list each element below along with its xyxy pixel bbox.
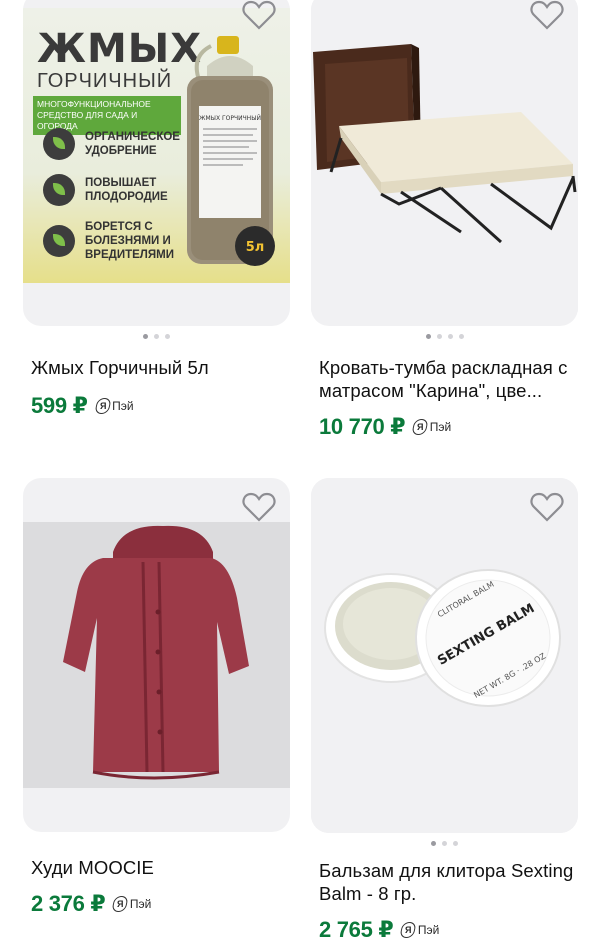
price-row: 2 765 ₽ Я Пэй (311, 917, 578, 943)
yandex-pay: Я Пэй (411, 419, 452, 435)
yandex-pay-label: Пэй (112, 399, 134, 413)
dot (436, 334, 442, 339)
volume-badge: 5л (246, 240, 265, 255)
image-heading: ЖМЫХ (37, 26, 203, 72)
product-card-1[interactable]: ЖМЫХ ГОРЧИЧНЫЙ МНОГОФУНКЦИОНАЛЬНОЕ СРЕДС… (23, 0, 290, 419)
price-row: 599 ₽ Я Пэй (23, 393, 290, 419)
product-card-3[interactable]: Худи MOOCIE 2 376 ₽ Я Пэй (23, 478, 290, 917)
yandex-pay: Я Пэй (111, 896, 152, 912)
product-price: 2 765 ₽ (319, 917, 394, 942)
product-title[interactable]: Худи MOOCIE (23, 856, 290, 879)
favorite-heart-icon[interactable] (530, 492, 564, 522)
yandex-pay-label: Пэй (417, 923, 440, 937)
yandex-pay: Я Пэй (399, 922, 440, 938)
feature-1: ОРГАНИЧЕСКОЕ УДОБРЕНИЕ (43, 128, 180, 160)
yandex-pay-label: Пэй (129, 897, 152, 911)
product-photo: ЖМЫХ ГОРЧИЧНЫЙ МНОГОФУНКЦИОНАЛЬНОЕ СРЕДС… (23, 8, 290, 283)
product-price: 10 770 ₽ (319, 414, 406, 439)
image-pagination-dots (311, 334, 578, 342)
yandex-pay-icon: Я (399, 922, 418, 938)
dot (447, 334, 453, 339)
feature-3: БОРЕТСЯ С БОЛЕЗНЯМИ И ВРЕДИТЕЛЯМИ (43, 220, 180, 262)
product-photo: CLITORAL BALM SEXTING BALM NET WT. 8G · … (311, 478, 578, 833)
dot (165, 334, 170, 339)
image-subheading: ГОРЧИЧНЫЙ (37, 70, 173, 92)
image-pagination-dots (311, 841, 578, 849)
product-title[interactable]: Кровать-тумба раскладная с матрасом "Кар… (311, 356, 578, 402)
product-image[interactable]: ЖМЫХ ГОРЧИЧНЫЙ МНОГОФУНКЦИОНАЛЬНОЕ СРЕДС… (23, 0, 290, 326)
product-photo (311, 0, 578, 312)
favorite-heart-icon[interactable] (242, 0, 276, 30)
yandex-pay-label: Пэй (429, 420, 452, 434)
product-card-4[interactable]: CLITORAL BALM SEXTING BALM NET WT. 8G · … (311, 478, 578, 943)
product-title[interactable]: Бальзам для клитора Sexting Balm - 8 гр. (311, 859, 578, 905)
feature-2: ПОВЫШАЕТ ПЛОДОРОДИЕ (43, 174, 175, 206)
product-image[interactable] (23, 478, 290, 832)
dot (442, 841, 447, 846)
dot (453, 841, 458, 846)
dot (143, 334, 148, 339)
image-pagination-dots (23, 334, 290, 342)
bottle-label-title: ЖМЫХ ГОРЧИЧНЫЙ (199, 115, 261, 122)
price-row: 10 770 ₽ Я Пэй (311, 414, 578, 440)
price-row: 2 376 ₽ Я Пэй (23, 891, 290, 917)
product-price: 2 376 ₽ (31, 891, 106, 916)
favorite-heart-icon[interactable] (530, 0, 564, 30)
product-card-2[interactable]: Кровать-тумба раскладная с матрасом "Кар… (311, 0, 578, 440)
yandex-pay-icon: Я (411, 419, 430, 435)
dot (431, 841, 436, 846)
bug-icon (43, 225, 75, 257)
yandex-pay-icon: Я (111, 896, 130, 912)
favorite-heart-icon[interactable] (242, 492, 276, 522)
dot (425, 334, 431, 339)
product-image[interactable] (311, 0, 578, 326)
yandex-pay-icon: Я (93, 398, 112, 414)
bottle-illustration: ЖМЫХ ГОРЧИЧНЫЙ 5л (187, 36, 275, 266)
dot (458, 334, 464, 339)
leaf-icon (43, 174, 75, 206)
dot (154, 334, 159, 339)
product-photo (23, 522, 290, 788)
yandex-pay: Я Пэй (93, 398, 134, 414)
product-title[interactable]: Жмых Горчичный 5л (23, 356, 290, 379)
leaf-icon (43, 128, 75, 160)
product-price: 599 ₽ (31, 393, 88, 418)
product-image[interactable]: CLITORAL BALM SEXTING BALM NET WT. 8G · … (311, 478, 578, 833)
